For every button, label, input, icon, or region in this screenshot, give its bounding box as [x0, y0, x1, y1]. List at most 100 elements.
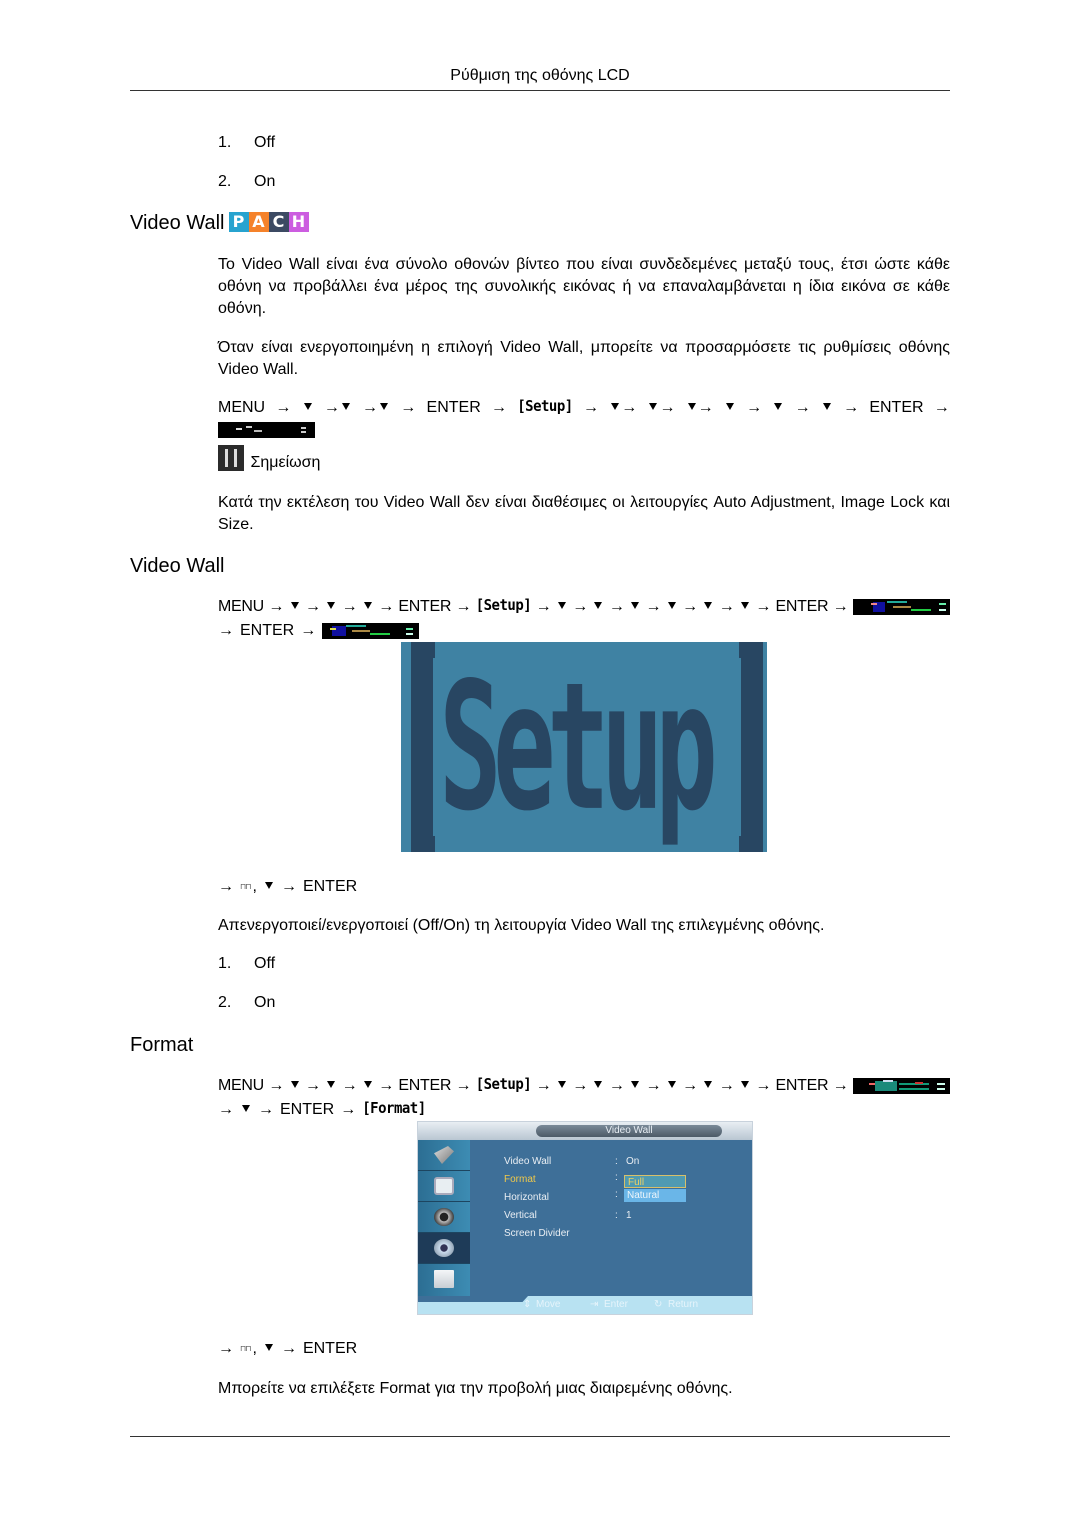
term: Video Wall	[218, 361, 294, 378]
osd-tab-setup[interactable]	[418, 1233, 470, 1264]
osd-menu-thumbnail	[852, 1077, 950, 1094]
nav-line: → ⊓⊓, → ENTER	[218, 1337, 958, 1360]
multi-window-icon	[434, 1270, 454, 1288]
enter-key: ENTER	[869, 399, 924, 416]
arrow: →	[268, 598, 285, 615]
osd-dropdown-option-natural[interactable]: Natural	[624, 1189, 686, 1202]
setup-tag: [Setup]	[517, 398, 573, 416]
osd-tab-picture[interactable]	[418, 1171, 470, 1202]
down-arrow-icon	[290, 1081, 299, 1088]
list-number: 1.	[218, 955, 232, 972]
arrow: →	[582, 399, 599, 416]
arrow: →	[659, 399, 676, 416]
down-arrow-icon	[341, 403, 350, 411]
text: Το	[218, 256, 242, 273]
paragraph-intro: Το Video Wall είναι ένα σύνολο οθονών βί…	[218, 254, 950, 320]
arrow: →	[304, 598, 321, 615]
left-right-icon: ⊓⊓	[240, 1344, 252, 1353]
down-arrow-icon	[667, 1081, 676, 1088]
term: Video Wall	[241, 256, 320, 273]
osd-menu-thumbnail	[322, 622, 420, 639]
arrow: →	[341, 1077, 358, 1094]
osd-dropdown-option-full[interactable]: Full	[624, 1175, 686, 1188]
arrow: →	[218, 1340, 234, 1357]
osd-separator: :	[615, 1189, 618, 1200]
down-arrow-icon	[380, 403, 389, 411]
down-arrow-icon	[822, 403, 831, 410]
badge-a-icon: A	[248, 211, 269, 232]
osd-row-horizontal[interactable]: Horizontal	[504, 1192, 549, 1203]
osd-separator: :	[615, 1210, 618, 1221]
section-heading-format: Format	[130, 1034, 194, 1056]
list-label: On	[254, 173, 276, 190]
speaker-icon	[434, 1208, 454, 1226]
enter-key: ENTER	[426, 399, 481, 416]
list-number: 2.	[218, 994, 232, 1011]
down-arrow-icon	[631, 602, 640, 609]
text: δεν είναι διαθέσιμες οι λειτουργίες	[460, 494, 714, 511]
note-icon	[218, 445, 244, 471]
bracket-left	[411, 642, 433, 852]
term: Video Wall	[383, 494, 461, 511]
down-arrow-icon	[363, 1081, 372, 1088]
list-label: Off	[254, 134, 276, 151]
osd-value-vertical: 1	[626, 1210, 632, 1221]
down-arrow-icon	[740, 602, 749, 609]
osd-title-bar: Video Wall	[418, 1122, 752, 1140]
menu-key: MENU	[218, 399, 266, 416]
text: , μπορείτε να προσαρμόσετε τις ρυθμίσεις…	[578, 339, 950, 356]
arrow: →	[621, 399, 638, 416]
term: Video Wall	[500, 339, 579, 356]
paragraph-video-wall-toggle: Απενεργοποιεί/ενεργοποιεί (Off/On) τη λε…	[218, 915, 950, 937]
text: Κατά την εκτέλεση του	[218, 494, 384, 511]
down-arrow-icon	[740, 1081, 749, 1088]
osd-row-video-wall[interactable]: Video Wall	[504, 1156, 551, 1167]
osd-tab-multi[interactable]	[418, 1264, 470, 1294]
osd-menu-thumbnail	[218, 421, 315, 438]
osd-separator: :	[615, 1156, 618, 1167]
enter-key: ENTER	[398, 1077, 452, 1094]
osd-row-format[interactable]: Format	[504, 1174, 536, 1185]
paragraph-enabled: Όταν είναι ενεργοποιημένη η επιλογή Vide…	[218, 337, 950, 381]
term: Size	[218, 516, 250, 533]
osd-row-screen-divider[interactable]: Screen Divider	[504, 1228, 570, 1239]
arrow: →	[755, 1077, 772, 1094]
picture-icon	[434, 1177, 454, 1195]
text: της επιλεγμένης οθόνης.	[646, 917, 825, 934]
down-arrow-icon	[725, 403, 734, 410]
osd-value-video-wall: On	[626, 1156, 640, 1167]
arrow: →	[697, 399, 714, 416]
arrow: →	[280, 878, 297, 895]
arrow: →	[933, 399, 950, 416]
text: Απενεργοποιεί/ενεργοποιεί (Off/On) τη λε…	[218, 917, 571, 934]
footer-enter: Enter	[604, 1299, 628, 1310]
term: Auto Adjustment	[713, 494, 831, 511]
osd-tab-input[interactable]	[418, 1140, 470, 1171]
term: Image Lock	[840, 494, 925, 511]
down-arrow-icon	[557, 602, 566, 609]
osd-tab-sound[interactable]	[418, 1202, 470, 1233]
badge-p-icon: P	[228, 211, 249, 232]
arrow: →	[718, 1077, 735, 1094]
list-number: 2.	[218, 173, 232, 190]
arrow: →	[323, 399, 340, 416]
header-rule	[130, 90, 950, 91]
osd-row-vertical[interactable]: Vertical	[504, 1210, 537, 1221]
osd-separator: :	[615, 1172, 618, 1183]
down-arrow-icon	[704, 1081, 713, 1088]
text: Όταν είναι ενεργοποιημένη η επιλογή	[218, 339, 501, 356]
arrow: →	[378, 598, 394, 615]
down-arrow-icon	[631, 1081, 640, 1088]
arrow: →	[275, 399, 292, 416]
text: Μπορείτε να επιλέξετε	[218, 1380, 380, 1397]
down-arrow-icon	[667, 602, 676, 609]
arrow: →	[218, 1101, 234, 1118]
setup-image: Setup	[401, 642, 767, 852]
down-arrow-icon	[303, 403, 312, 410]
text: είναι ένα σύνολο οθονών βίντεο που είναι…	[218, 256, 951, 317]
arrow: →	[608, 1077, 625, 1094]
footer-return: Return	[668, 1299, 699, 1310]
arrow: →	[535, 598, 552, 615]
list-number: 1.	[218, 134, 232, 151]
arrow: →	[280, 1340, 297, 1357]
